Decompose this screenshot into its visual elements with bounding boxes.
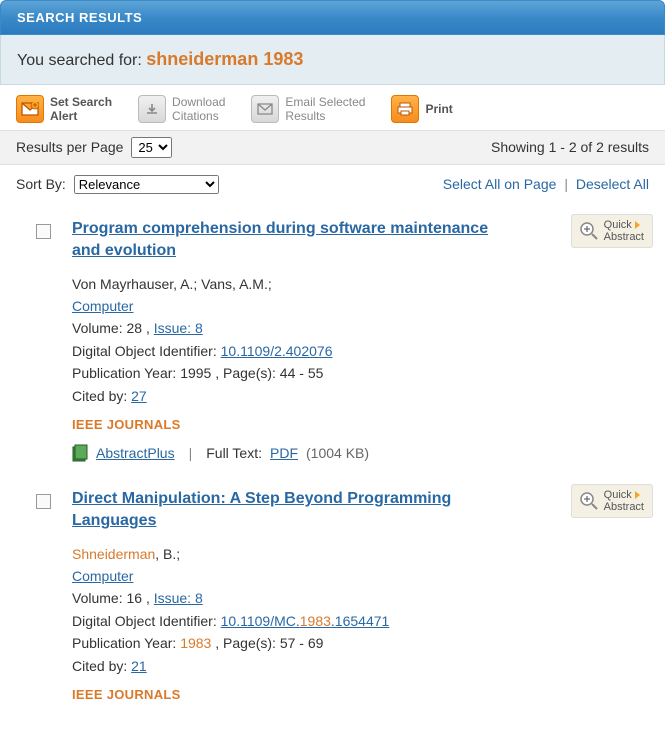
- search-results-header: SEARCH RESULTS: [0, 0, 665, 35]
- quick-abstract-button[interactable]: Quick Abstract: [571, 484, 653, 518]
- result-item: Quick Abstract Program comprehension dur…: [0, 202, 665, 472]
- search-query-box: You searched for: shneiderman 1983: [0, 35, 665, 85]
- set-search-alert-button[interactable]: Set Search Alert: [16, 95, 112, 124]
- result-title-link[interactable]: Direct Manipulation: A Step Beyond Progr…: [72, 488, 492, 533]
- email-results-button[interactable]: Email Selected Results: [251, 95, 365, 124]
- per-page-label: Results per Page: [16, 139, 123, 155]
- sort-label: Sort By:: [16, 176, 66, 192]
- sort-row: Sort By: Relevance Select All on Page | …: [0, 165, 665, 202]
- download-icon: [138, 95, 166, 123]
- sort-select[interactable]: Relevance: [74, 175, 219, 194]
- email-icon: [251, 95, 279, 123]
- magnifier-icon: [578, 220, 600, 242]
- searched-for-label: You searched for:: [17, 52, 146, 69]
- publication-info: Publication Year: 1983 , Page(s): 57 - 6…: [72, 632, 649, 654]
- abstractplus-link[interactable]: AbstractPlus: [96, 445, 175, 461]
- pdf-link[interactable]: PDF: [270, 445, 298, 461]
- journal-link[interactable]: Computer: [72, 568, 133, 584]
- doi-link[interactable]: 10.1109/MC.1983.1654471: [221, 613, 390, 629]
- print-icon: [391, 95, 419, 123]
- arrow-right-icon: [635, 221, 640, 229]
- alert-icon: [16, 95, 44, 123]
- journal-link[interactable]: Computer: [72, 298, 133, 314]
- source-label: IEEE JOURNALS: [72, 687, 649, 702]
- results-bar: Results per Page 25 Showing 1 - 2 of 2 r…: [0, 130, 665, 165]
- download-label: Download Citations: [172, 95, 225, 124]
- issue-link[interactable]: Issue: 8: [154, 590, 203, 606]
- per-page-select[interactable]: 25: [131, 137, 172, 158]
- cited-by-link[interactable]: 21: [131, 658, 147, 674]
- arrow-right-icon: [635, 491, 640, 499]
- toolbar: Set Search Alert Download Citations Emai…: [0, 85, 665, 130]
- print-button[interactable]: Print: [391, 95, 452, 123]
- magnifier-icon: [578, 490, 600, 512]
- cited-by-link[interactable]: 27: [131, 388, 147, 404]
- result-authors: Shneiderman, B.;: [72, 543, 649, 565]
- header-title: SEARCH RESULTS: [17, 10, 142, 25]
- deselect-all-link[interactable]: Deselect All: [576, 176, 649, 192]
- searched-for-term: shneiderman 1983: [146, 49, 303, 69]
- doi-link[interactable]: 10.1109/2.402076: [221, 343, 333, 359]
- print-label: Print: [425, 102, 452, 116]
- publication-info: Publication Year: 1995 , Page(s): 44 - 5…: [72, 362, 649, 384]
- showing-count: Showing 1 - 2 of 2 results: [491, 139, 649, 155]
- result-checkbox[interactable]: [36, 224, 51, 239]
- result-authors: Von Mayrhauser, A.; Vans, A.M.;: [72, 273, 649, 295]
- source-label: IEEE JOURNALS: [72, 417, 649, 432]
- document-icon: [72, 444, 88, 462]
- quick-abstract-button[interactable]: Quick Abstract: [571, 214, 653, 248]
- result-title-link[interactable]: Program comprehension during software ma…: [72, 218, 492, 263]
- download-citations-button[interactable]: Download Citations: [138, 95, 225, 124]
- file-size: (1004 KB): [306, 445, 369, 461]
- result-item: Quick Abstract Direct Manipulation: A St…: [0, 472, 665, 712]
- select-all-link[interactable]: Select All on Page: [443, 176, 557, 192]
- result-checkbox[interactable]: [36, 494, 51, 509]
- email-label: Email Selected Results: [285, 95, 365, 124]
- issue-link[interactable]: Issue: 8: [154, 320, 203, 336]
- alert-label: Set Search Alert: [50, 95, 112, 124]
